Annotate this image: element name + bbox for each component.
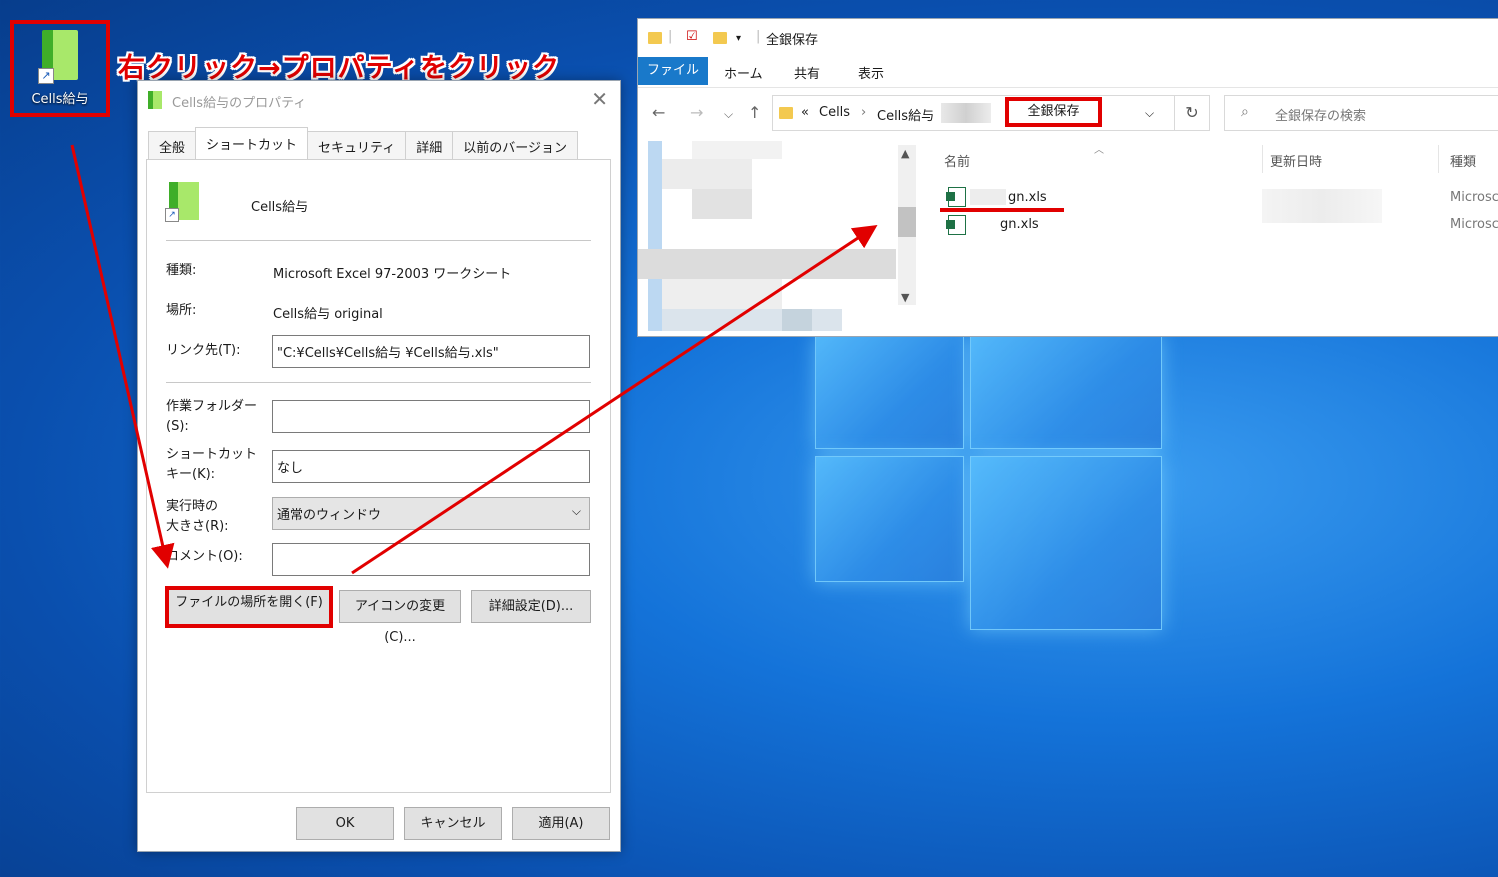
address-bar[interactable]: « Cells › Cells給与 全銀保存 ⌵ bbox=[772, 95, 1210, 131]
file-type: Microsc bbox=[1450, 217, 1498, 232]
column-header-modified[interactable]: 更新日時 bbox=[1270, 151, 1322, 170]
target-label: リンク先(T): bbox=[166, 343, 241, 358]
column-header-type[interactable]: 種類 bbox=[1450, 151, 1476, 170]
quick-access-dropdown-icon[interactable]: ▾ bbox=[736, 33, 741, 44]
search-box[interactable]: ⌕ 全銀保存の検索 bbox=[1224, 95, 1498, 131]
up-arrow-icon[interactable]: ↑ bbox=[748, 103, 761, 122]
windows-logo-pane-tr bbox=[970, 335, 1162, 449]
divider bbox=[166, 382, 591, 383]
apply-button[interactable]: 適用(A) bbox=[512, 807, 610, 840]
address-overflow-icon[interactable]: « bbox=[801, 105, 809, 120]
toolbar-divider: | bbox=[756, 29, 761, 44]
breadcrumb-cells-kyuyo[interactable]: Cells給与 bbox=[877, 105, 934, 124]
scrollbar-thumb[interactable] bbox=[898, 207, 916, 237]
run-size-label-2: 大きさ(R): bbox=[166, 519, 229, 534]
open-file-location-button[interactable]: ファイルの場所を開く(F) bbox=[165, 586, 333, 628]
windows-logo-pane-br bbox=[970, 456, 1162, 630]
comment-field[interactable] bbox=[272, 543, 590, 576]
column-divider bbox=[1438, 145, 1439, 173]
desktop-icon-label: Cells給与 bbox=[31, 92, 89, 107]
scroll-down-icon[interactable]: ▼ bbox=[901, 291, 909, 304]
location-label: 場所: bbox=[166, 303, 197, 318]
tab-shortcut[interactable]: ショートカット bbox=[195, 127, 309, 162]
folder-icon bbox=[648, 32, 662, 44]
tab-general[interactable]: 全般 bbox=[148, 131, 197, 160]
ribbon-home-tab[interactable]: ホーム bbox=[724, 63, 763, 82]
chevron-down-icon: ⌵ bbox=[571, 504, 581, 518]
shortcut-arrow-icon: ↗ bbox=[38, 68, 54, 84]
ribbon-file-tab[interactable]: ファイル bbox=[638, 57, 708, 85]
back-arrow-icon[interactable]: ← bbox=[652, 103, 665, 122]
file-type: Microsc bbox=[1450, 190, 1498, 205]
dialog-tabs: 全般 ショートカット セキュリティ 詳細 以前のバージョン bbox=[148, 127, 579, 162]
windows-logo-pane-bl bbox=[815, 456, 964, 582]
type-label: 種類: bbox=[166, 263, 197, 278]
ribbon-divider bbox=[638, 87, 1498, 88]
tab-previous-versions[interactable]: 以前のバージョン bbox=[452, 131, 579, 160]
breadcrumb-cells[interactable]: Cells bbox=[819, 105, 850, 120]
workdir-label-1: 作業フォルダー bbox=[166, 399, 258, 414]
blurred-navigation-pane bbox=[638, 141, 896, 331]
file-name: gn.xls bbox=[1000, 217, 1039, 232]
excel-file-icon bbox=[946, 187, 966, 207]
hotkey-field[interactable]: なし bbox=[272, 450, 590, 483]
comment-label: コメント(O): bbox=[166, 549, 243, 564]
cancel-button[interactable]: キャンセル bbox=[404, 807, 502, 840]
breadcrumb-zengin-hozon[interactable]: 全銀保存 bbox=[1005, 97, 1102, 127]
refresh-icon[interactable]: ↻ bbox=[1174, 95, 1210, 131]
run-size-value: 通常のウィンドウ bbox=[277, 508, 382, 523]
breadcrumb-separator: › bbox=[861, 105, 867, 120]
blurred-filename-prefix bbox=[970, 189, 1006, 205]
ribbon-share-tab[interactable]: 共有 bbox=[794, 63, 820, 82]
search-placeholder: 全銀保存の検索 bbox=[1275, 109, 1367, 124]
explorer-title: 全銀保存 bbox=[766, 33, 819, 48]
shortcut-file-name: Cells給与 bbox=[251, 200, 309, 215]
properties-check-icon[interactable]: ☑ bbox=[686, 29, 698, 44]
explorer-window: | ☑ ▾ | 全銀保存 ファイル ホーム 共有 表示 ← → ⌵ ↑ « Ce… bbox=[637, 18, 1498, 337]
column-divider bbox=[1262, 145, 1263, 173]
scroll-up-icon[interactable]: ▲ bbox=[901, 147, 909, 160]
blurred-modified-date bbox=[1262, 189, 1382, 223]
advanced-button[interactable]: 詳細設定(D)... bbox=[471, 590, 591, 623]
run-size-label-1: 実行時の bbox=[166, 499, 219, 514]
dialog-title: Cells給与のプロパティ bbox=[172, 96, 307, 111]
divider bbox=[166, 240, 591, 241]
recent-locations-chevron-icon[interactable]: ⌵ bbox=[724, 107, 733, 122]
column-header-name[interactable]: 名前 bbox=[944, 151, 970, 170]
tab-security[interactable]: セキュリティ bbox=[307, 131, 407, 160]
desktop-shortcut-cells-kyuyo[interactable]: ↗ Cells給与 bbox=[10, 20, 110, 117]
ribbon-view-tab[interactable]: 表示 bbox=[858, 63, 884, 82]
new-folder-icon[interactable] bbox=[713, 32, 727, 44]
forward-arrow-icon[interactable]: → bbox=[690, 103, 703, 122]
blurred-path-segment bbox=[941, 103, 991, 123]
search-icon: ⌕ bbox=[1241, 104, 1249, 120]
run-size-select[interactable]: 通常のウィンドウ ⌵ bbox=[272, 497, 590, 530]
navigation-scrollbar[interactable]: ▲ ▼ bbox=[898, 145, 916, 305]
shortcut-tab-panel: ↗ Cells給与 種類: Microsoft Excel 97-2003 ワー… bbox=[146, 159, 611, 793]
workdir-field[interactable] bbox=[272, 400, 590, 433]
close-icon[interactable]: ✕ bbox=[591, 87, 608, 111]
windows-logo-pane-tl bbox=[815, 335, 964, 449]
sort-ascending-icon: ︿ bbox=[1094, 145, 1104, 156]
toolbar-divider: | bbox=[668, 29, 673, 44]
file-shortcut-icon: ↗ bbox=[165, 182, 199, 222]
folder-icon bbox=[779, 107, 793, 119]
shortcut-arrow-icon: ↗ bbox=[165, 208, 179, 222]
type-value: Microsoft Excel 97-2003 ワークシート bbox=[273, 267, 512, 282]
properties-dialog: Cells給与のプロパティ ✕ 全般 ショートカット セキュリティ 詳細 以前の… bbox=[137, 80, 621, 852]
ok-button[interactable]: OK bbox=[296, 807, 394, 840]
tab-details[interactable]: 詳細 bbox=[405, 131, 454, 160]
file-name: gn.xls bbox=[1008, 190, 1047, 205]
workdir-label-2: (S): bbox=[166, 419, 189, 434]
hotkey-label-2: キー(K): bbox=[166, 467, 216, 482]
change-icon-button[interactable]: アイコンの変更(C)... bbox=[339, 590, 461, 645]
excel-file-icon bbox=[946, 215, 966, 235]
dialog-titlebar: Cells給与のプロパティ ✕ bbox=[138, 81, 620, 119]
hotkey-label-1: ショートカット bbox=[166, 447, 258, 462]
address-dropdown-chevron-icon[interactable]: ⌵ bbox=[1145, 106, 1154, 121]
location-value: Cells給与 original bbox=[273, 307, 383, 322]
target-field[interactable]: "C:¥Cells¥Cells給与 ¥Cells給与.xls" bbox=[272, 335, 590, 368]
dialog-title-icon bbox=[148, 91, 162, 109]
